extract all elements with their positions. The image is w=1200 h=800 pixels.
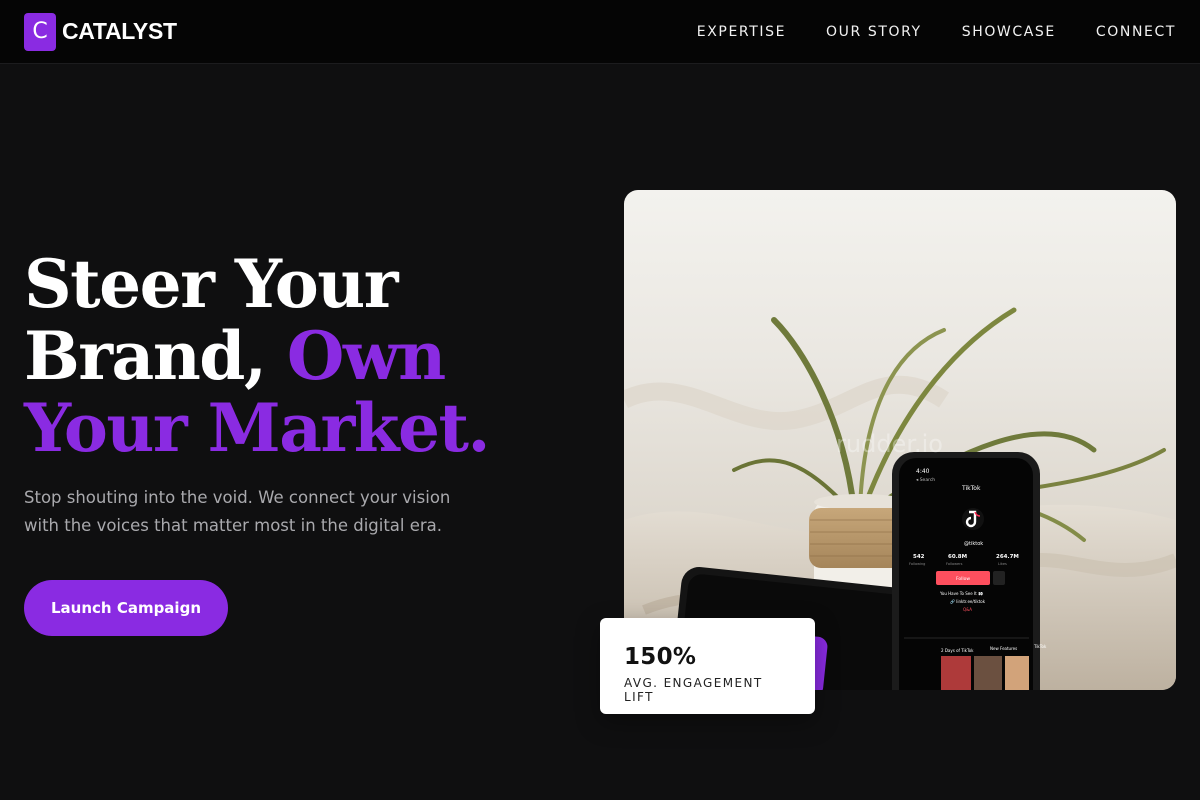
stat-label: AVG. ENGAGEMENT LIFT [624,676,763,704]
stat-value: 150% [624,644,697,670]
phone-follow-label: Follow [956,576,970,582]
phone-row-right: TikTok [1033,644,1047,649]
nav-link-showcase[interactable]: SHOWCASE [962,24,1056,40]
hero-subtitle: Stop shouting into the void. We connect … [24,488,451,535]
phone-bio-3: Q&A [963,607,972,612]
phone-app-title: TikTok [961,485,981,492]
hero-title: Steer Your Brand, Own Your Market. [24,248,504,464]
tiktok-note-icon [962,508,984,530]
phone-stat-3: 264.7M [996,554,1019,560]
phone-time: 4:40 [916,468,930,475]
nav-links: EXPERTISE OUR STORY SHOWCASE CONNECT [697,24,1176,40]
phone-stat-1: 542 [913,554,925,560]
phone-row-mid: New Features [990,646,1017,651]
stat-card: 150% AVG. ENGAGEMENT LIFT [600,618,815,714]
hero-title-accent-own: Own [286,317,446,395]
nav-link-expertise[interactable]: EXPERTISE [697,24,786,40]
phone-row-left: 2 Days of TikTok [941,648,974,653]
brand-name: CATALYST [62,18,177,44]
phone-bio-1: You Have To See It 👀 [939,591,983,596]
hero-title-line2: Brand, [24,317,287,395]
phone-handle: @tiktok [964,541,983,547]
phone-stat-2: 60.8M [948,554,967,560]
phone-stat-3-label: Likes [998,562,1007,566]
hero-title-line1: Steer Your [24,245,399,323]
nav-link-connect[interactable]: CONNECT [1096,24,1176,40]
phone-stat-1-label: Following [909,562,925,566]
hero-image: 4:40 ◂ Search TikTok @tiktok 542 60.8M 2… [624,190,1176,690]
top-nav: C CATALYST EXPERTISE OUR STORY SHOWCASE … [0,0,1200,64]
watermark: rudder.io [836,430,943,458]
phone-bio-2: 🔗 linktr.ee/tiktok [950,599,986,604]
launch-campaign-button[interactable]: Launch Campaign [24,580,228,636]
nav-link-our-story[interactable]: OUR STORY [826,24,922,40]
brand-logo[interactable]: C CATALYST [24,12,177,51]
phone-stat-2-label: Followers [946,562,963,566]
hero-title-accent-market: Your Market. [24,389,490,467]
phone-search: ◂ Search [916,477,935,483]
brand-mark-icon: C [24,12,56,51]
